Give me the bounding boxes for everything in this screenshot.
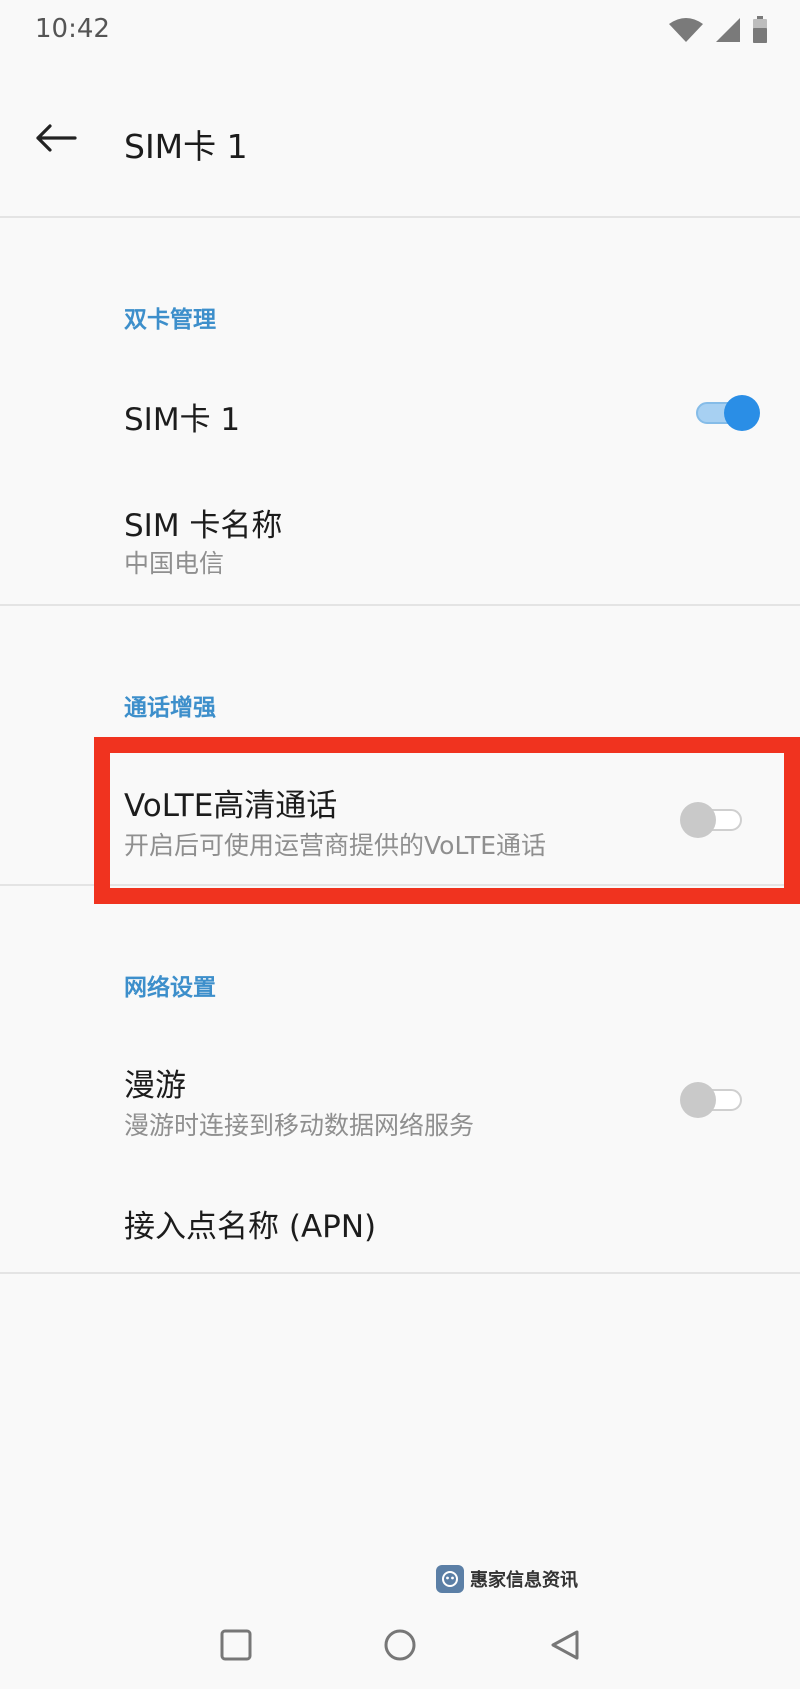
watermark: 惠家信息资讯 (436, 1563, 578, 1595)
switch-thumb (680, 1082, 716, 1118)
wifi-icon (668, 17, 704, 43)
highlight-box (94, 737, 800, 904)
sim-name-item[interactable]: SIM 卡名称 中国电信 (0, 480, 800, 598)
arrow-back-icon (35, 123, 77, 157)
sim-enable-item[interactable]: SIM卡 1 (0, 358, 800, 470)
nav-bar (0, 1610, 800, 1689)
home-button[interactable] (375, 1622, 425, 1672)
roaming-title: 漫游 (124, 1068, 186, 1104)
section-header-call-enhance: 通话增强 (124, 695, 216, 721)
sim-enable-title: SIM卡 1 (124, 402, 241, 438)
back-button[interactable] (26, 110, 86, 170)
status-time: 10:42 (35, 14, 110, 44)
switch-thumb (724, 395, 760, 431)
section-divider (0, 604, 800, 606)
apn-title: 接入点名称 (APN) (124, 1209, 377, 1245)
sim-enable-switch[interactable] (694, 395, 760, 431)
home-circle-icon (383, 1628, 417, 1666)
page-title: SIM卡 1 (124, 127, 248, 166)
roaming-switch[interactable] (680, 1082, 744, 1118)
status-icons (668, 16, 768, 44)
sim-name-title: SIM 卡名称 (124, 508, 283, 544)
back-triangle-icon (549, 1629, 581, 1665)
section-header-network: 网络设置 (124, 975, 216, 1001)
nav-back-button[interactable] (540, 1622, 590, 1672)
toolbar-divider (0, 216, 800, 218)
sim-name-summary: 中国电信 (124, 549, 225, 578)
recents-button[interactable] (211, 1622, 261, 1672)
roaming-summary: 漫游时连接到移动数据网络服务 (124, 1111, 475, 1140)
battery-icon (752, 16, 768, 44)
status-bar: 10:42 (0, 0, 800, 62)
roaming-item[interactable]: 漫游 漫游时连接到移动数据网络服务 (0, 1040, 800, 1162)
watermark-logo-icon (436, 1565, 464, 1593)
toolbar: SIM卡 1 (0, 90, 800, 190)
section-header-dual-sim: 双卡管理 (124, 307, 216, 333)
watermark-text: 惠家信息资讯 (470, 1570, 578, 1591)
cell-signal-icon (714, 17, 742, 43)
apn-item[interactable]: 接入点名称 (APN) (0, 1168, 800, 1272)
recents-square-icon (220, 1629, 252, 1665)
section-divider (0, 1272, 800, 1274)
